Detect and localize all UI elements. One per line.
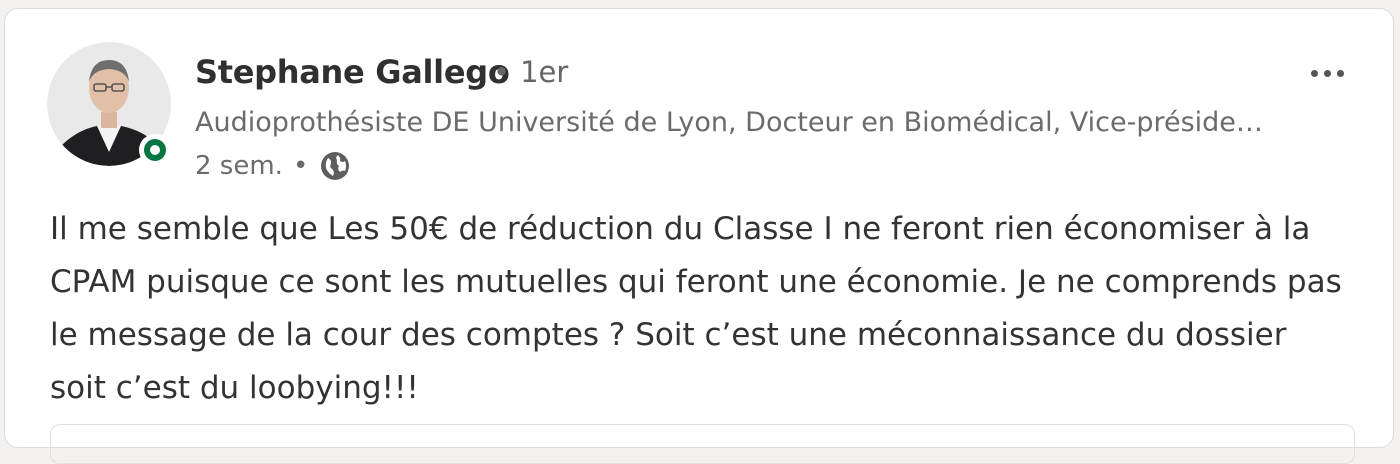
author-headline: Audioprothésiste DE Université de Lyon, … <box>195 107 1263 138</box>
connection-degree: • 1er <box>493 55 568 89</box>
author-avatar[interactable] <box>47 42 171 166</box>
globe-icon <box>321 152 350 180</box>
post-card: Stephane Gallego • 1er Audioprothésiste D… <box>4 8 1394 464</box>
online-status-icon <box>144 139 166 161</box>
embedded-content-frame[interactable] <box>50 424 1355 464</box>
more-options-button[interactable] <box>1295 53 1359 93</box>
author-name[interactable]: Stephane Gallego <box>195 53 510 91</box>
meta-separator: • <box>292 151 309 181</box>
degree-label: 1er <box>520 55 569 89</box>
ellipsis-dot <box>1336 69 1344 77</box>
post-body-text: Il me semble que Les 50€ de réduction du… <box>50 211 1342 406</box>
post-meta: 2 sem. • <box>195 149 352 183</box>
presence-indicator <box>139 134 171 166</box>
ellipsis-icon <box>1310 69 1318 77</box>
post-time: 2 sem. <box>195 151 283 181</box>
ellipsis-dot <box>1323 69 1331 77</box>
degree-separator: • <box>493 55 511 89</box>
